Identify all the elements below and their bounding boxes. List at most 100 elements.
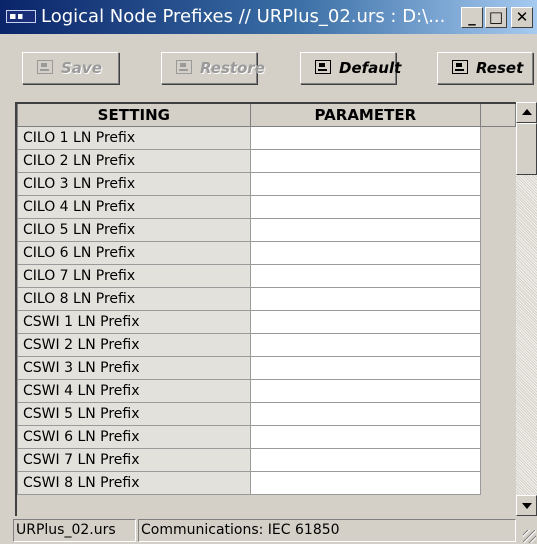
parameter-cell[interactable] <box>249 379 482 403</box>
table-row: CSWI 3 LN Prefix <box>17 356 516 380</box>
vertical-scrollbar[interactable] <box>516 102 537 516</box>
restore-button-label: Restore <box>200 59 265 77</box>
table-row: CILO 5 LN Prefix <box>17 218 516 242</box>
setting-cell: CSWI 3 LN Prefix <box>17 356 251 380</box>
reset-button-label: Reset <box>476 59 524 77</box>
row-filler <box>480 149 516 173</box>
parameter-cell[interactable] <box>249 471 482 495</box>
setting-cell: CILO 4 LN Prefix <box>17 195 251 219</box>
row-filler <box>480 379 516 403</box>
status-file-name: URPlus_02.urs <box>13 519 136 542</box>
status-bar: URPlus_02.urs Communications: IEC 61850 <box>0 516 537 544</box>
maximize-button[interactable]: □ <box>485 7 507 28</box>
table-row: CILO 2 LN Prefix <box>17 149 516 173</box>
parameter-cell[interactable] <box>249 287 482 311</box>
default-icon <box>315 60 331 74</box>
setting-cell: CSWI 2 LN Prefix <box>17 333 251 357</box>
resize-grip-icon[interactable] <box>523 530 536 543</box>
arrow-up-icon <box>522 109 532 115</box>
save-button-label: Save <box>61 59 102 77</box>
setting-cell: CILO 3 LN Prefix <box>17 172 251 196</box>
row-filler <box>480 333 516 357</box>
scroll-thumb[interactable] <box>516 123 537 175</box>
table-row: CILO 7 LN Prefix <box>17 264 516 288</box>
setting-cell: CSWI 7 LN Prefix <box>17 448 251 472</box>
row-filler <box>480 172 516 196</box>
window-title: Logical Node Prefixes // URPlus_02.urs :… <box>41 6 446 27</box>
settings-table: SETTING PARAMETER CILO 1 LN Prefix CILO 2… <box>17 104 516 495</box>
parameter-cell[interactable] <box>249 448 482 472</box>
settings-table-body: CILO 1 LN Prefix CILO 2 LN Prefix CILO 3 L… <box>17 126 516 495</box>
parameter-cell[interactable] <box>249 402 482 426</box>
table-row: CILO 1 LN Prefix <box>17 126 516 150</box>
setting-cell: CILO 2 LN Prefix <box>17 149 251 173</box>
row-filler <box>480 264 516 288</box>
title-bar: Logical Node Prefixes // URPlus_02.urs :… <box>0 0 537 34</box>
table-row: CSWI 4 LN Prefix <box>17 379 516 403</box>
table-row: CSWI 1 LN Prefix <box>17 310 516 334</box>
parameter-cell[interactable] <box>249 264 482 288</box>
parameter-cell[interactable] <box>249 310 482 334</box>
row-filler <box>480 218 516 242</box>
table-row: CILO 8 LN Prefix <box>17 287 516 311</box>
table-row: CILO 6 LN Prefix <box>17 241 516 265</box>
row-filler <box>480 126 516 150</box>
setting-cell: CSWI 1 LN Prefix <box>17 310 251 334</box>
toolbar: Save Restore Default Reset <box>0 34 537 98</box>
default-button[interactable]: Default <box>300 52 401 84</box>
reset-button[interactable]: Reset <box>437 52 533 84</box>
default-button-label: Default <box>339 59 402 77</box>
restore-button[interactable]: Restore <box>161 52 265 84</box>
setting-cell: CILO 7 LN Prefix <box>17 264 251 288</box>
settings-grid: SETTING PARAMETER CILO 1 LN Prefix CILO 2… <box>15 102 516 516</box>
parameter-cell[interactable] <box>249 149 482 173</box>
setting-cell: CSWI 4 LN Prefix <box>17 379 251 403</box>
setting-cell: CSWI 8 LN Prefix <box>17 471 251 495</box>
table-row: CSWI 7 LN Prefix <box>17 448 516 472</box>
table-row: CSWI 6 LN Prefix <box>17 425 516 449</box>
parameter-cell[interactable] <box>249 333 482 357</box>
setting-cell: CILO 1 LN Prefix <box>17 126 251 150</box>
setting-cell: CSWI 5 LN Prefix <box>17 402 251 426</box>
row-filler <box>480 402 516 426</box>
table-row: CSWI 5 LN Prefix <box>17 402 516 426</box>
save-icon <box>37 60 53 74</box>
parameter-cell[interactable] <box>249 126 482 150</box>
row-filler <box>480 471 516 495</box>
scroll-down-button[interactable] <box>516 495 537 516</box>
parameter-cell[interactable] <box>249 172 482 196</box>
parameter-cell[interactable] <box>249 195 482 219</box>
parameter-cell[interactable] <box>249 425 482 449</box>
column-header-setting[interactable]: SETTING <box>17 104 251 127</box>
scroll-up-button[interactable] <box>516 102 537 123</box>
reset-icon <box>452 60 468 74</box>
table-row: CSWI 8 LN Prefix <box>17 471 516 495</box>
row-filler <box>480 448 516 472</box>
close-button[interactable]: ✕ <box>511 7 533 28</box>
row-filler <box>480 241 516 265</box>
row-filler <box>480 195 516 219</box>
row-filler <box>480 310 516 334</box>
status-section: Communications: IEC 61850 <box>138 519 516 542</box>
row-filler <box>480 425 516 449</box>
column-header-parameter[interactable]: PARAMETER <box>249 104 482 127</box>
parameter-cell[interactable] <box>249 241 482 265</box>
table-row: CILO 4 LN Prefix <box>17 195 516 219</box>
app-icon <box>6 10 36 23</box>
parameter-cell[interactable] <box>249 218 482 242</box>
column-header-blank <box>480 104 516 127</box>
arrow-down-icon <box>522 503 532 509</box>
setting-cell: CSWI 6 LN Prefix <box>17 425 251 449</box>
setting-cell: CILO 8 LN Prefix <box>17 287 251 311</box>
setting-cell: CILO 5 LN Prefix <box>17 218 251 242</box>
table-row: CSWI 2 LN Prefix <box>17 333 516 357</box>
setting-cell: CILO 6 LN Prefix <box>17 241 251 265</box>
save-button[interactable]: Save <box>22 52 119 84</box>
row-filler <box>480 287 516 311</box>
parameter-cell[interactable] <box>249 356 482 380</box>
header-row: SETTING PARAMETER <box>17 104 516 127</box>
minimize-button[interactable]: _ <box>461 7 483 28</box>
row-filler <box>480 356 516 380</box>
restore-icon <box>176 60 192 74</box>
table-row: CILO 3 LN Prefix <box>17 172 516 196</box>
